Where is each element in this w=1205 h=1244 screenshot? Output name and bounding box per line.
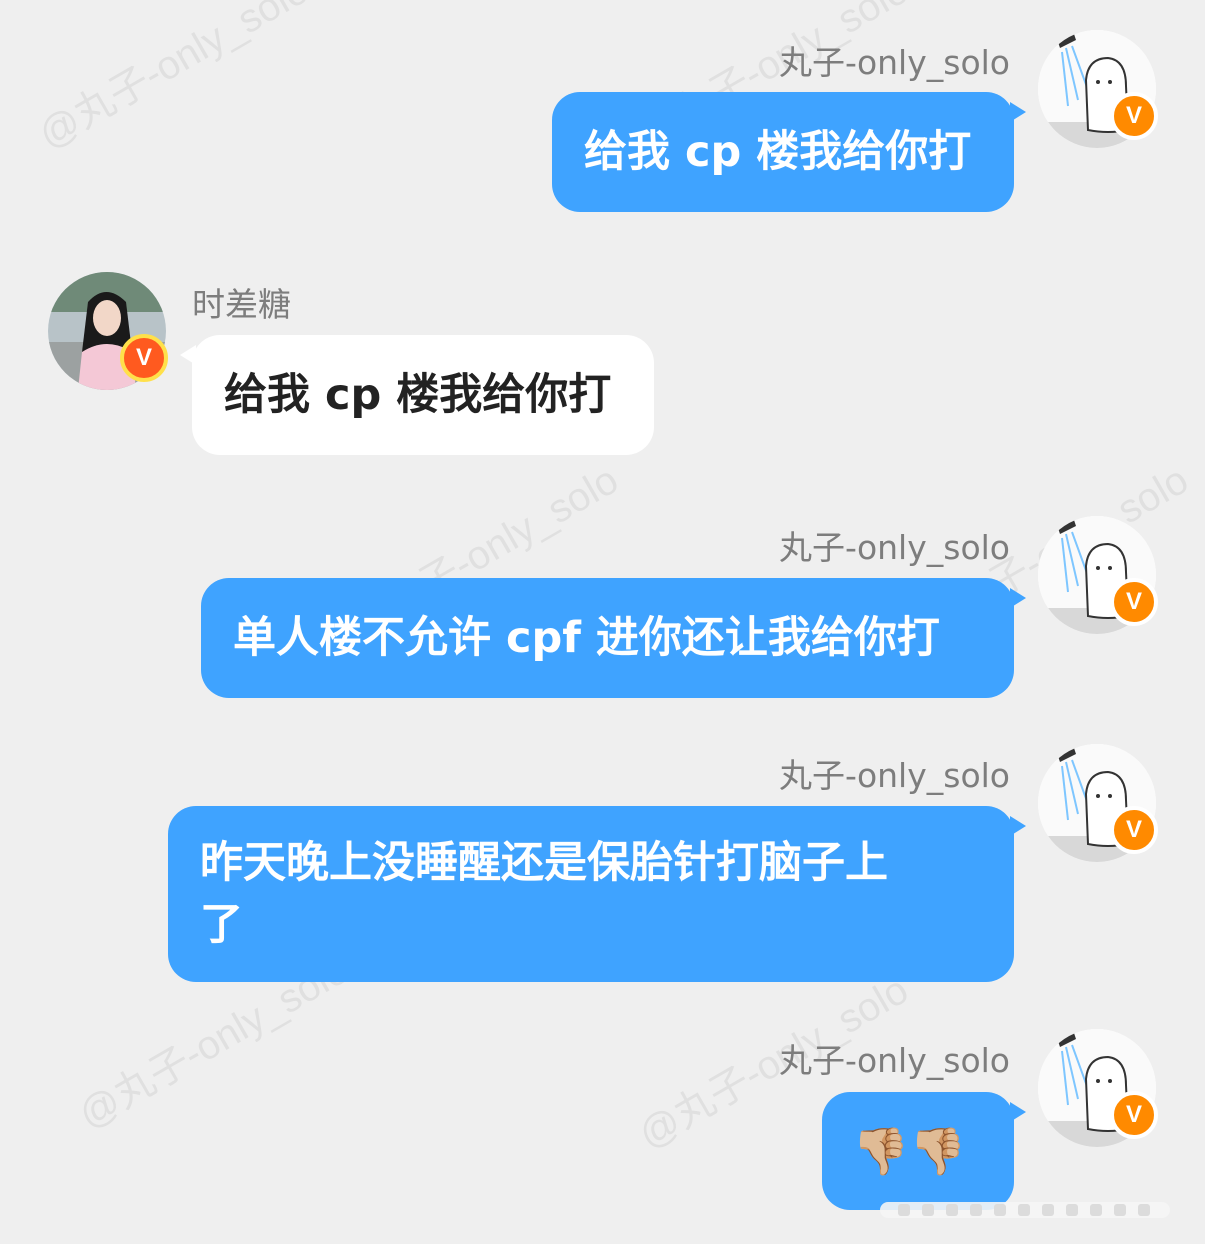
watermark: @丸子-only_solo — [31, 0, 316, 158]
sender-name: 时差糖 — [192, 285, 291, 324]
avatar[interactable]: V — [1038, 516, 1158, 634]
scroll-indicator[interactable] — [880, 1198, 1170, 1222]
verified-badge-icon: V — [1110, 92, 1158, 140]
message-bubble[interactable]: 给我 cp 楼我给你打 — [552, 92, 1026, 212]
message-bubble[interactable]: 给我 cp 楼我给你打 — [180, 335, 654, 455]
verified-badge-icon: V — [1110, 806, 1158, 854]
sender-name: 丸子-only_solo — [779, 528, 1010, 567]
verified-badge-icon: V — [1110, 578, 1158, 626]
message-bubble[interactable]: 单人楼不允许 cpf 进你还让我给你打 — [201, 578, 1026, 698]
sender-name: 丸子-only_solo — [779, 1041, 1010, 1080]
verified-badge-icon: V — [120, 334, 168, 382]
verified-badge-icon: V — [1110, 1091, 1158, 1139]
avatar[interactable]: V — [1038, 744, 1158, 862]
avatar[interactable]: V — [1038, 1029, 1158, 1147]
message-bubble[interactable]: 👎🏼👎🏼 — [822, 1092, 1026, 1210]
sender-name: 丸子-only_solo — [779, 756, 1010, 795]
avatar[interactable]: V — [48, 272, 168, 390]
sender-name: 丸子-only_solo — [779, 43, 1010, 82]
message-bubble[interactable]: 昨天晚上没睡醒还是保胎针打脑子上 了 — [168, 806, 1026, 982]
avatar[interactable]: V — [1038, 30, 1158, 148]
